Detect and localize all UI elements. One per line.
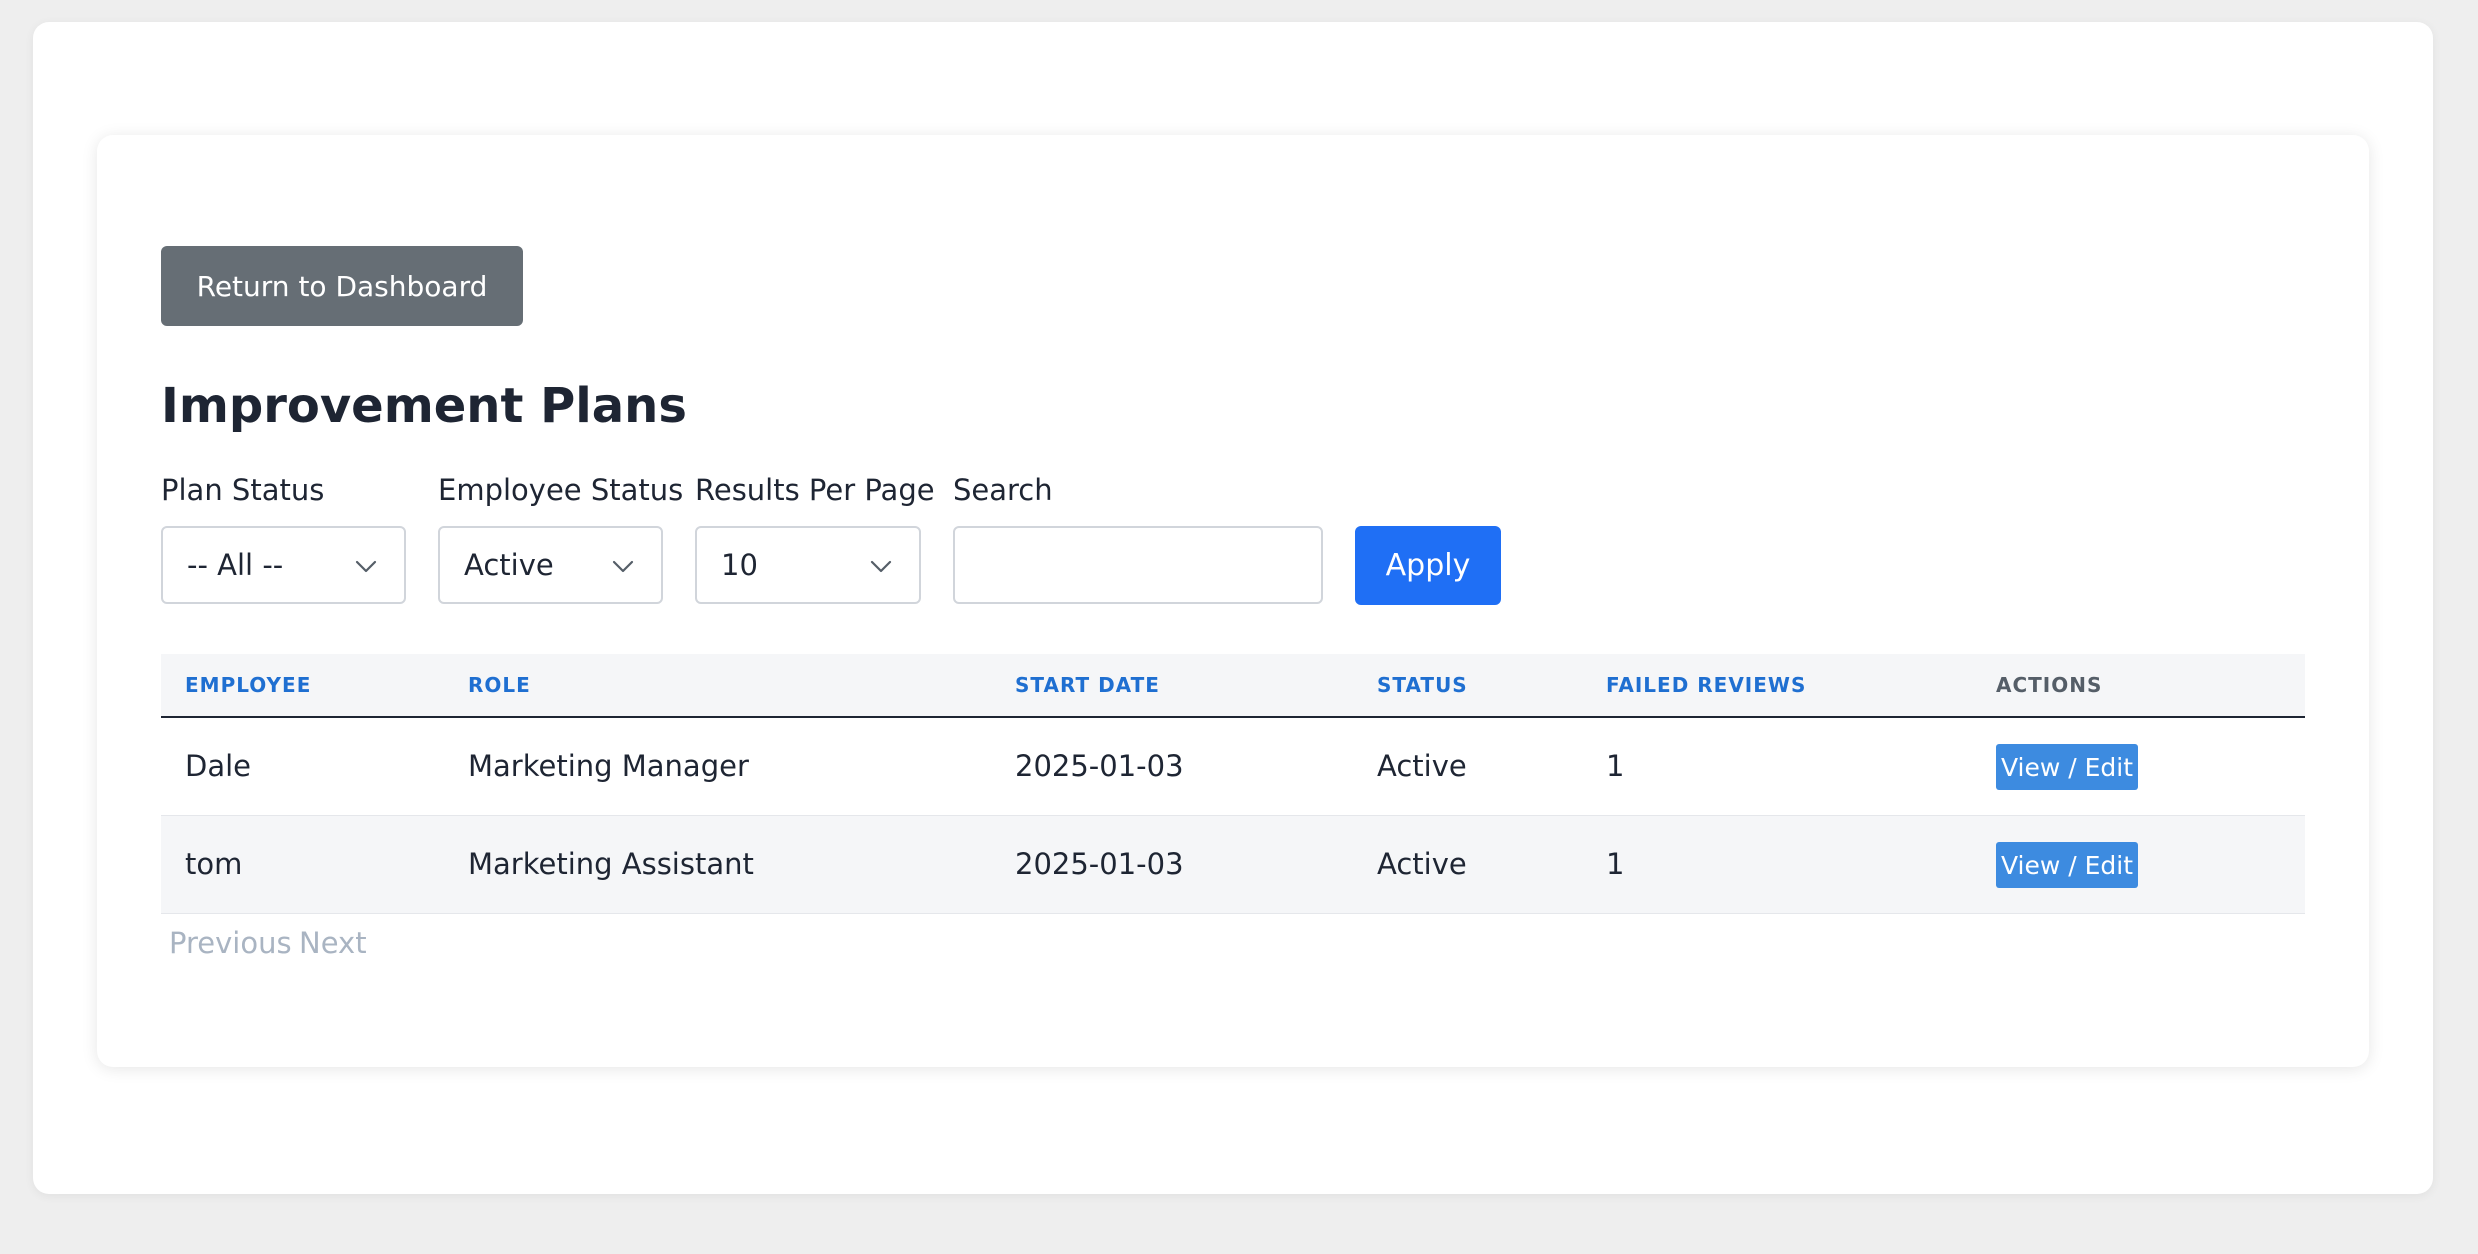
chevron-down-icon: [870, 560, 892, 573]
employee-cell: Dale: [185, 749, 252, 783]
role-cell: Marketing Assistant: [468, 847, 754, 881]
chevron-down-icon: [355, 560, 377, 573]
role-cell: Marketing Manager: [468, 749, 749, 783]
results-per-page-value: 10: [721, 548, 758, 582]
results-per-page-label: Results Per Page: [695, 473, 935, 507]
employee-status-label: Employee Status: [438, 473, 684, 507]
column-header-actions: ACTIONS: [1996, 673, 2103, 697]
apply-button[interactable]: Apply: [1355, 526, 1501, 605]
column-header-start-date[interactable]: START DATE: [1015, 654, 1160, 716]
failed-reviews-cell: 1: [1606, 749, 1625, 783]
view-edit-button[interactable]: View / Edit: [1996, 842, 2138, 888]
page-title: Improvement Plans: [161, 378, 687, 434]
employee-status-select[interactable]: Active: [438, 526, 663, 604]
table-row: Dale Marketing Manager 2025-01-03 Active…: [161, 718, 2305, 816]
table-row: tom Marketing Assistant 2025-01-03 Activ…: [161, 816, 2305, 914]
results-per-page-select[interactable]: 10: [695, 526, 921, 604]
table-header: EMPLOYEE ROLE START DATE STATUS FAILED R…: [161, 654, 2305, 718]
search-label: Search: [953, 473, 1053, 507]
failed-reviews-cell: 1: [1606, 847, 1625, 881]
plan-status-select[interactable]: -- All --: [161, 526, 406, 604]
employee-status-value: Active: [464, 548, 554, 582]
column-header-employee[interactable]: EMPLOYEE: [185, 654, 311, 716]
status-cell: Active: [1377, 749, 1467, 783]
start-date-cell: 2025-01-03: [1015, 847, 1184, 881]
next-page-link[interactable]: Next: [299, 922, 367, 964]
column-header-status[interactable]: STATUS: [1377, 654, 1468, 716]
chevron-down-icon: [612, 560, 634, 573]
improvement-plans-table: EMPLOYEE ROLE START DATE STATUS FAILED R…: [161, 654, 2305, 914]
search-input[interactable]: [953, 526, 1323, 604]
column-header-role[interactable]: ROLE: [468, 654, 531, 716]
column-header-failed-reviews[interactable]: FAILED REVIEWS: [1606, 654, 1806, 716]
start-date-cell: 2025-01-03: [1015, 749, 1184, 783]
status-cell: Active: [1377, 847, 1467, 881]
plan-status-value: -- All --: [187, 548, 284, 582]
previous-page-link[interactable]: Previous: [169, 922, 292, 964]
employee-cell: tom: [185, 847, 243, 881]
view-edit-button[interactable]: View / Edit: [1996, 744, 2138, 790]
return-to-dashboard-button[interactable]: Return to Dashboard: [161, 246, 523, 326]
plan-status-label: Plan Status: [161, 473, 325, 507]
